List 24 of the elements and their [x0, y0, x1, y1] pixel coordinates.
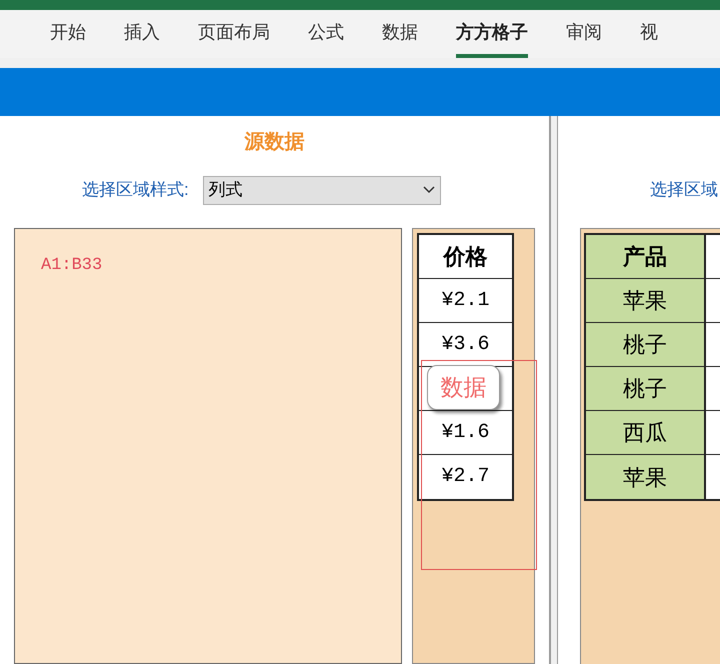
table-cell: ¥2.1: [419, 279, 512, 323]
table-cell-text: ¥2.7: [440, 464, 490, 490]
ribbon-tab[interactable]: 审阅: [566, 10, 602, 58]
ribbon-tab[interactable]: 开始: [50, 10, 86, 58]
style-label: 选择区域: [650, 179, 718, 202]
ribbon-tab[interactable]: 视: [640, 10, 658, 58]
table-cell: 苹果: [586, 279, 706, 322]
table-cell: 桃子: [586, 323, 706, 366]
ribbon-tab[interactable]: 数据: [382, 10, 418, 58]
chevron-down-icon: [422, 186, 435, 194]
table-header-cell: 价格: [419, 235, 512, 279]
style-label: 选择区域样式:: [82, 179, 189, 202]
table-cell: 西瓜: [586, 411, 706, 454]
data-badge: 数据: [427, 365, 500, 410]
table-cell: 苹果: [586, 455, 706, 499]
range-text: A1:B33: [41, 256, 102, 275]
table-cell: ¥1.6: [419, 411, 512, 455]
ribbon-tab[interactable]: 公式: [308, 10, 344, 58]
ribbon-tab[interactable]: 页面布局: [198, 10, 270, 58]
panel-title: 源数据: [244, 130, 304, 155]
style-dropdown[interactable]: 列式: [202, 176, 441, 204]
table-cell: 桃子: [586, 367, 706, 410]
ribbon-tab[interactable]: 插入: [124, 10, 160, 58]
table-header-cell: 产品: [586, 235, 706, 278]
